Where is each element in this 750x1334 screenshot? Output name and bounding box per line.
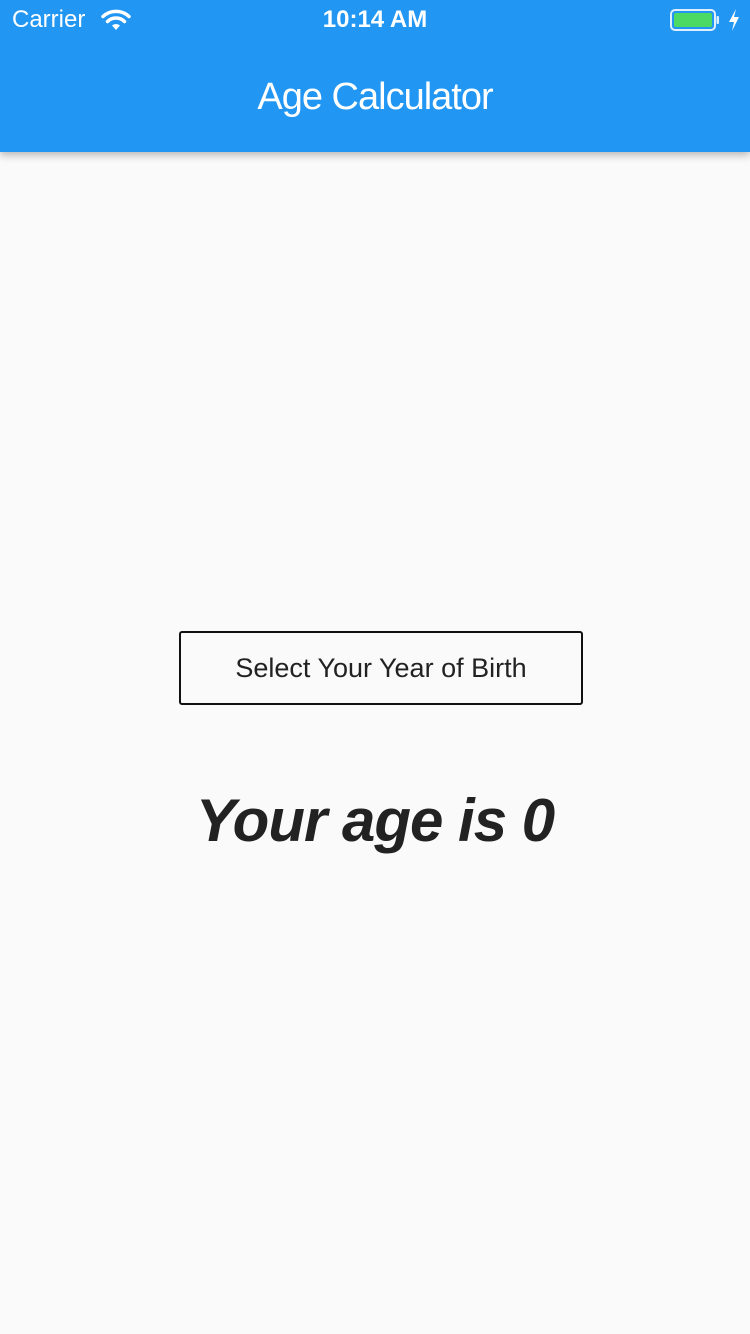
charging-bolt-icon (727, 8, 741, 32)
status-bar: Carrier 10:14 AM (0, 0, 750, 40)
app-title: Age Calculator (257, 76, 493, 118)
age-result-text: Your age is 0 (195, 787, 555, 854)
app-bar: Carrier 10:14 AM Age Calculator (0, 0, 750, 152)
battery-icon (670, 9, 720, 31)
status-time: 10:14 AM (322, 6, 428, 33)
select-year-of-birth-button[interactable]: Select Your Year of Birth (179, 631, 583, 705)
main-content: Select Your Year of Birth Your age is 0 (0, 152, 750, 1334)
